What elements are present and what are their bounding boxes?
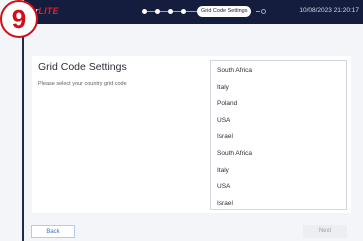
current-step-label: Grid Code Settings — [197, 6, 252, 17]
page-instruction: Please select your country grid code — [38, 81, 127, 87]
grid-code-option[interactable]: Poland — [211, 96, 346, 113]
grid-code-list[interactable]: South Africa Italy Poland USA Israel Sou… — [210, 60, 347, 210]
grid-code-option[interactable]: Israel — [211, 196, 346, 209]
grid-code-option[interactable]: Italy — [211, 163, 346, 180]
step-dot-pending — [261, 9, 266, 14]
step-connector — [173, 11, 181, 12]
step-connector — [256, 11, 260, 12]
step-number-badge: 9 — [0, 0, 38, 38]
next-button[interactable]: Next — [303, 225, 347, 238]
grid-code-option[interactable]: South Africa — [211, 146, 346, 163]
grid-code-option[interactable]: Italy — [211, 80, 346, 97]
grid-code-option[interactable]: South Africa — [211, 63, 346, 80]
page-title: Grid Code Settings — [38, 61, 127, 73]
step-connector — [186, 11, 197, 12]
system-datetime: 10/08/2023 21:20:17 — [299, 7, 359, 14]
grid-code-option[interactable]: USA — [211, 113, 346, 130]
step-connector — [160, 11, 168, 12]
left-border — [22, 28, 24, 241]
grid-code-option[interactable]: USA — [211, 179, 346, 196]
back-button[interactable]: Back — [31, 225, 75, 238]
top-bar: arLITE Grid Code Settings 10/08/2023 21:… — [24, 0, 363, 24]
step-connector — [147, 11, 155, 12]
grid-code-option[interactable]: Israel — [211, 129, 346, 146]
